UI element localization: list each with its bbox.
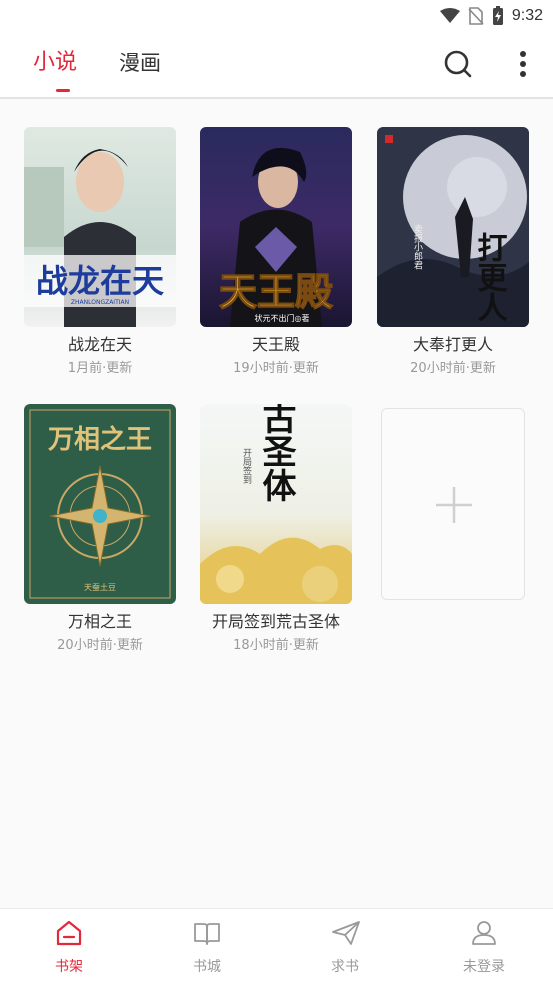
book-cover[interactable]: 打更人 卖报小郎君	[377, 127, 529, 327]
cover-title: 天王殿	[219, 270, 333, 314]
book-title: 开局签到荒古圣体	[211, 612, 340, 631]
book-cover[interactable]: 天王殿 状元不出门◎著	[200, 127, 352, 327]
book-item[interactable]: 打更人 卖报小郎君 大奉打更人 20小时前·更新	[377, 127, 529, 377]
nav-account[interactable]: 未登录	[424, 909, 544, 983]
book-item[interactable]: 天王殿 状元不出门◎著 天王殿 19小时前·更新	[200, 127, 352, 377]
battery-charging-icon	[492, 6, 503, 25]
book-cover[interactable]: 荒古圣体 开局签到	[200, 404, 352, 604]
nav-label: 书架	[55, 959, 83, 975]
cover-subtitle: ZHANLONGZAITIAN	[71, 299, 129, 306]
book-update-time: 20小时前·更新	[57, 638, 143, 653]
book-item[interactable]: 荒古圣体 开局签到 开局签到荒古圣体 18小时前·更新	[200, 404, 352, 654]
nav-request-book[interactable]: 求书	[285, 909, 405, 983]
cover-subtitle: 天蚕土豆	[84, 582, 116, 592]
bottom-navigation: 书架 书城 求书 未登录	[0, 908, 553, 983]
cover-title: 荒古圣体	[256, 404, 296, 502]
book-update-time: 20小时前·更新	[410, 361, 496, 376]
book-title: 万相之王	[67, 612, 132, 631]
add-book-button[interactable]	[381, 408, 525, 600]
cover-title: 万相之王	[48, 424, 152, 455]
book-update-time: 1月前·更新	[67, 361, 133, 376]
cover-title: 打更人	[472, 232, 508, 322]
nav-label: 求书	[331, 959, 359, 975]
user-icon	[472, 921, 496, 945]
book-item[interactable]: 战龙在天 ZHANLONGZAITIAN 战龙在天 1月前·更新	[24, 127, 176, 377]
book-item[interactable]: 万相之王 天蚕土豆 万相之王 20小时前·更新	[24, 404, 176, 654]
search-icon[interactable]	[443, 49, 473, 79]
nav-bookshelf[interactable]: 书架	[9, 909, 129, 983]
book-cover[interactable]: 战龙在天 ZHANLONGZAITIAN	[24, 127, 176, 327]
cover-subtitle: 卖报小郎君	[412, 224, 423, 270]
nav-bookstore[interactable]: 书城	[147, 909, 267, 983]
send-icon	[332, 921, 360, 945]
nav-label: 书城	[193, 959, 221, 975]
cover-subtitle: 开局签到	[241, 448, 252, 484]
book-open-icon	[194, 923, 220, 945]
status-icons: 9:32	[439, 4, 543, 28]
tab-novel[interactable]: 小说	[33, 48, 77, 78]
book-cover[interactable]: 万相之王 天蚕土豆	[24, 404, 176, 604]
book-update-time: 19小时前·更新	[233, 361, 319, 376]
home-icon	[56, 920, 82, 946]
book-title: 大奉打更人	[412, 335, 493, 354]
active-tab-indicator	[56, 89, 70, 92]
plus-icon	[436, 487, 472, 523]
top-header: 小说 漫画	[0, 32, 553, 99]
sim-off-icon	[468, 7, 484, 25]
status-time: 9:32	[511, 7, 543, 24]
book-title: 天王殿	[251, 335, 300, 354]
status-bar: 9:32	[0, 0, 553, 32]
more-vertical-icon[interactable]	[509, 48, 537, 80]
cover-title: 战龙在天	[36, 262, 164, 300]
book-title: 战龙在天	[67, 335, 132, 354]
tab-comic[interactable]: 漫画	[119, 48, 161, 78]
wifi-icon	[439, 8, 460, 23]
nav-label: 未登录	[463, 959, 505, 975]
book-update-time: 18小时前·更新	[233, 638, 319, 653]
cover-subtitle: 状元不出门◎著	[255, 313, 310, 323]
